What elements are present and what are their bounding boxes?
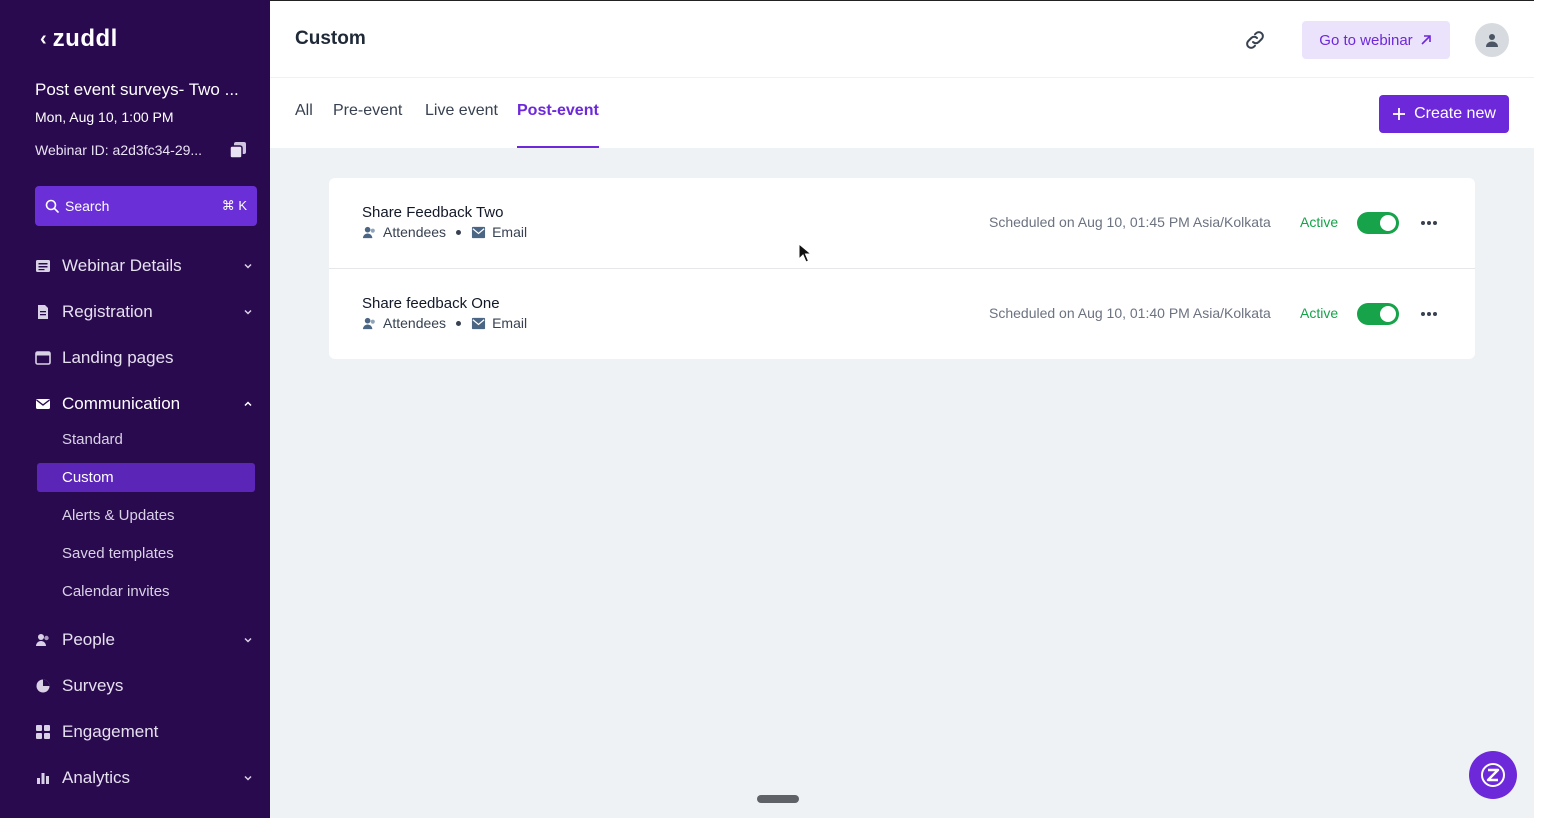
list-item[interactable]: Share Feedback Two Attendees Email Sched… <box>329 178 1475 268</box>
active-toggle[interactable] <box>1357 212 1399 234</box>
brand-back-link[interactable]: ‹ zuddl <box>40 25 118 52</box>
item-audience: Attendees <box>383 224 447 240</box>
link-icon[interactable] <box>1244 29 1266 51</box>
item-schedule: Scheduled on Aug 10, 01:45 PM Asia/Kolka… <box>989 214 1271 230</box>
list-item[interactable]: Share feedback One Attendees Email Sched… <box>329 268 1475 358</box>
more-options-icon[interactable] <box>1419 304 1439 324</box>
tab-all[interactable]: All <box>295 102 313 149</box>
plus-icon <box>1393 108 1406 120</box>
pie-chart-icon <box>36 679 50 693</box>
sidebar: ‹ zuddl Post event surveys- Two ... Mon,… <box>0 0 270 818</box>
sidebar-item-communication[interactable]: Communication <box>35 389 257 419</box>
item-meta: Attendees Email <box>362 315 527 331</box>
create-new-button[interactable]: Create new <box>1379 95 1509 133</box>
tab-bar: All Pre-event Live event Post-event Crea… <box>270 77 1534 149</box>
bar-chart-icon <box>37 773 49 784</box>
mail-icon <box>472 317 486 329</box>
search-button[interactable]: Search ⌘ K <box>35 186 257 226</box>
chevron-down-icon <box>244 775 252 781</box>
chevron-up-icon <box>244 401 252 407</box>
zuddl-chat-icon <box>1481 763 1505 787</box>
go-to-webinar-label: Go to webinar <box>1319 31 1413 49</box>
search-icon <box>45 199 59 213</box>
people-icon <box>36 634 49 646</box>
back-chevron-icon: ‹ <box>40 28 47 50</box>
event-title: Post event surveys- Two ... <box>35 80 239 99</box>
sidebar-subitem-standard[interactable]: Standard <box>37 425 255 454</box>
mouse-cursor-icon <box>798 243 812 263</box>
status-badge: Active <box>1300 305 1339 321</box>
sidebar-item-label: Registration <box>62 302 153 321</box>
sidebar-item-label: Analytics <box>62 768 131 787</box>
people-icon <box>362 226 375 238</box>
tab-post-event[interactable]: Post-event <box>517 102 599 149</box>
copy-icon[interactable] <box>229 141 247 159</box>
tab-pre-event[interactable]: Pre-event <box>333 102 402 149</box>
sidebar-subitem-alerts-updates[interactable]: Alerts & Updates <box>37 501 255 530</box>
sidebar-item-label: Landing pages <box>62 348 174 367</box>
item-title: Share feedback One <box>362 295 500 312</box>
webinar-id: Webinar ID: a2d3fc34-29... <box>35 142 203 158</box>
create-new-label: Create new <box>1414 105 1496 122</box>
item-meta: Attendees Email <box>362 224 527 240</box>
sidebar-item-analytics[interactable]: Analytics <box>35 763 257 793</box>
item-audience: Attendees <box>383 315 447 331</box>
sidebar-subitem-saved-templates[interactable]: Saved templates <box>37 539 255 568</box>
sidebar-item-engagement[interactable]: Engagement <box>35 717 257 747</box>
status-badge: Active <box>1300 214 1339 230</box>
item-title: Share Feedback Two <box>362 204 504 221</box>
resize-handle[interactable] <box>757 795 799 803</box>
grid-icon <box>36 725 50 739</box>
document-icon <box>36 260 50 272</box>
main-content: Share Feedback Two Attendees Email Sched… <box>270 148 1534 818</box>
browser-icon <box>35 351 51 365</box>
toggle-knob <box>1380 215 1396 231</box>
separator-dot <box>456 320 462 326</box>
page-title: Custom <box>295 28 366 49</box>
search-label: Search <box>65 198 110 214</box>
mail-icon <box>472 226 486 238</box>
toggle-knob <box>1380 306 1396 322</box>
item-schedule: Scheduled on Aug 10, 01:40 PM Asia/Kolka… <box>989 305 1271 321</box>
help-chat-button[interactable] <box>1469 751 1517 799</box>
top-bar: Custom Go to webinar <box>270 0 1534 77</box>
sidebar-item-registration[interactable]: Registration <box>35 297 257 327</box>
search-shortcut: ⌘ K <box>221 198 247 213</box>
sidebar-subitem-custom[interactable]: Custom <box>37 463 255 492</box>
tab-live-event[interactable]: Live event <box>425 102 498 149</box>
sidebar-item-label: Engagement <box>62 722 159 741</box>
chevron-down-icon <box>244 263 252 269</box>
sidebar-subitem-calendar-invites[interactable]: Calendar invites <box>37 577 255 606</box>
sidebar-item-label: People <box>62 630 115 649</box>
mail-icon <box>36 399 50 409</box>
sidebar-item-people[interactable]: People <box>35 625 257 655</box>
right-edge-strip <box>1534 0 1568 818</box>
sidebar-item-landing-pages[interactable]: Landing pages <box>35 343 257 373</box>
event-date: Mon, Aug 10, 1:00 PM <box>35 109 174 125</box>
active-toggle[interactable] <box>1357 303 1399 325</box>
sidebar-item-surveys[interactable]: Surveys <box>35 671 257 701</box>
chevron-down-icon <box>244 637 252 643</box>
zuddl-logo: zuddl <box>52 25 118 52</box>
separator-dot <box>456 229 462 235</box>
communication-list: Share Feedback Two Attendees Email Sched… <box>329 178 1475 359</box>
avatar[interactable] <box>1475 23 1509 57</box>
chevron-down-icon <box>244 309 252 315</box>
user-icon <box>1486 34 1498 47</box>
file-icon <box>38 305 48 319</box>
sidebar-item-label: Surveys <box>62 676 124 695</box>
people-icon <box>362 317 375 329</box>
item-channel: Email <box>492 224 528 240</box>
sidebar-item-label: Webinar Details <box>62 256 182 275</box>
more-options-icon[interactable] <box>1419 213 1439 233</box>
external-arrow-icon <box>1421 35 1431 45</box>
sidebar-item-label: Communication <box>62 394 181 413</box>
go-to-webinar-button[interactable]: Go to webinar <box>1302 21 1450 59</box>
sidebar-item-webinar-details[interactable]: Webinar Details <box>35 251 257 281</box>
item-channel: Email <box>492 315 528 331</box>
